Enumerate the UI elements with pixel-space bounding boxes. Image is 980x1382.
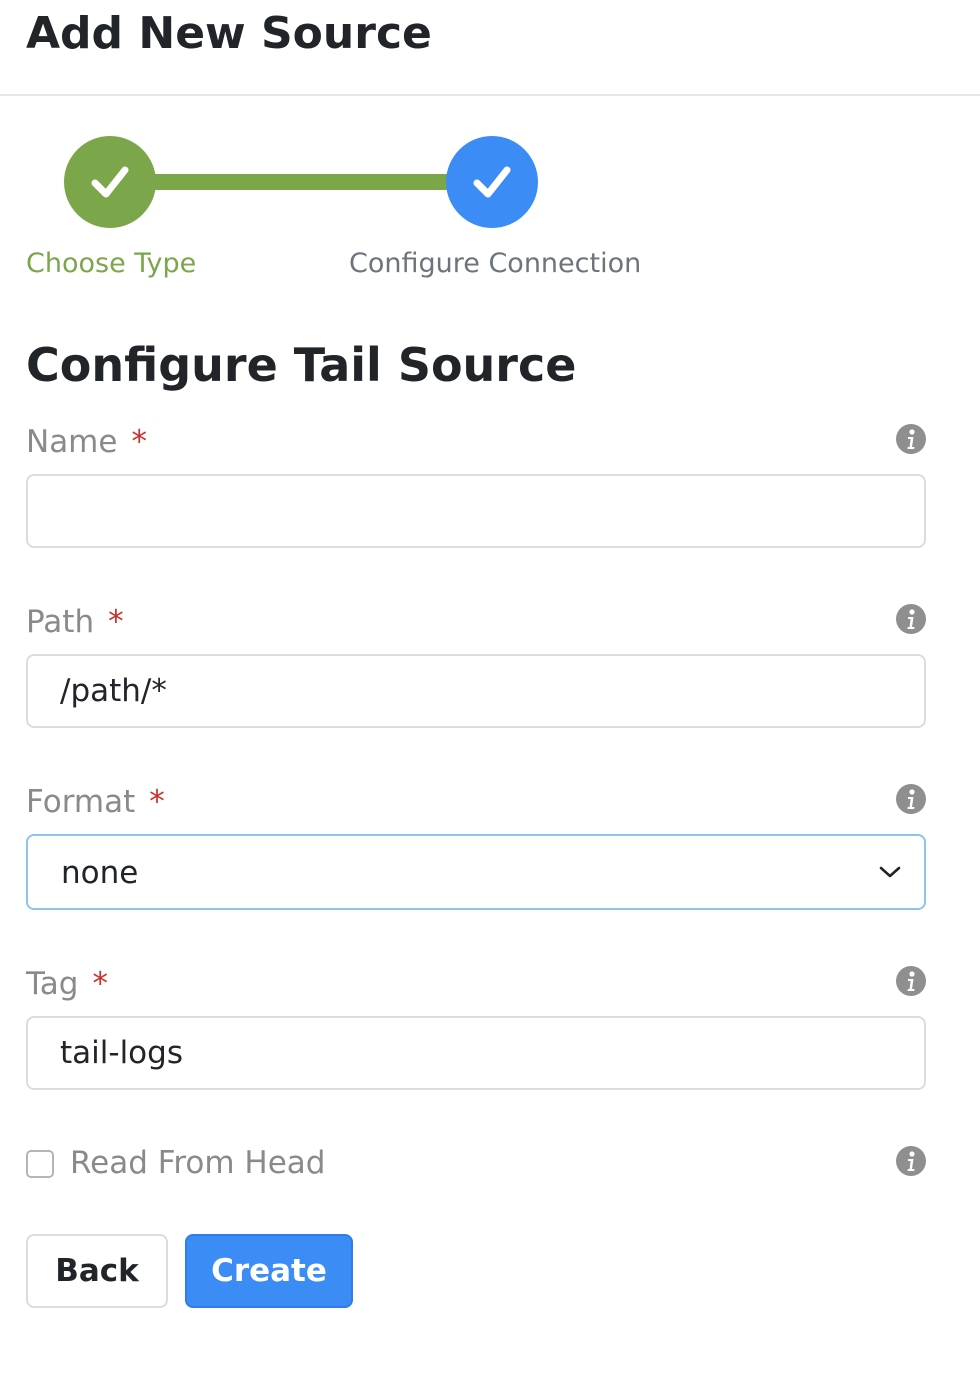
form-title: Configure Tail Source (26, 338, 577, 392)
info-icon[interactable] (895, 603, 927, 635)
info-icon[interactable] (895, 783, 927, 815)
name-label-text: Name (26, 424, 118, 460)
step-configure-connection (446, 136, 538, 228)
checkmark-icon (473, 166, 511, 198)
tag-input[interactable] (26, 1016, 926, 1090)
read-from-head-label[interactable]: Read From Head (70, 1143, 325, 1183)
required-marker: * (131, 424, 147, 460)
step-label-choose-type[interactable]: Choose Type (26, 246, 196, 282)
checkmark-icon (91, 166, 129, 198)
path-input[interactable] (26, 654, 926, 728)
name-input[interactable] (26, 474, 926, 548)
page-title: Add New Source (26, 8, 432, 59)
info-icon[interactable] (895, 423, 927, 455)
format-select-value: none (61, 855, 139, 891)
page-header: Add New Source (0, 0, 980, 96)
required-marker: * (92, 966, 108, 1002)
back-button[interactable]: Back (26, 1234, 168, 1308)
path-label: Path * (26, 602, 124, 642)
name-label: Name * (26, 422, 147, 462)
info-icon[interactable] (895, 965, 927, 997)
chevron-down-icon (879, 866, 901, 878)
create-button[interactable]: Create (185, 1234, 353, 1308)
stepper-connector (150, 174, 450, 190)
required-marker: * (108, 604, 124, 640)
format-select[interactable]: none (26, 834, 926, 910)
info-icon[interactable] (895, 1145, 927, 1177)
tag-label-text: Tag (26, 966, 79, 1002)
required-marker: * (149, 784, 165, 820)
read-from-head-checkbox[interactable] (26, 1150, 54, 1178)
step-label-configure-connection: Configure Connection (349, 248, 642, 279)
format-label-text: Format (26, 784, 136, 820)
format-label: Format * (26, 782, 165, 822)
tag-label: Tag * (26, 964, 108, 1004)
path-label-text: Path (26, 604, 95, 640)
step-choose-type[interactable] (64, 136, 156, 228)
